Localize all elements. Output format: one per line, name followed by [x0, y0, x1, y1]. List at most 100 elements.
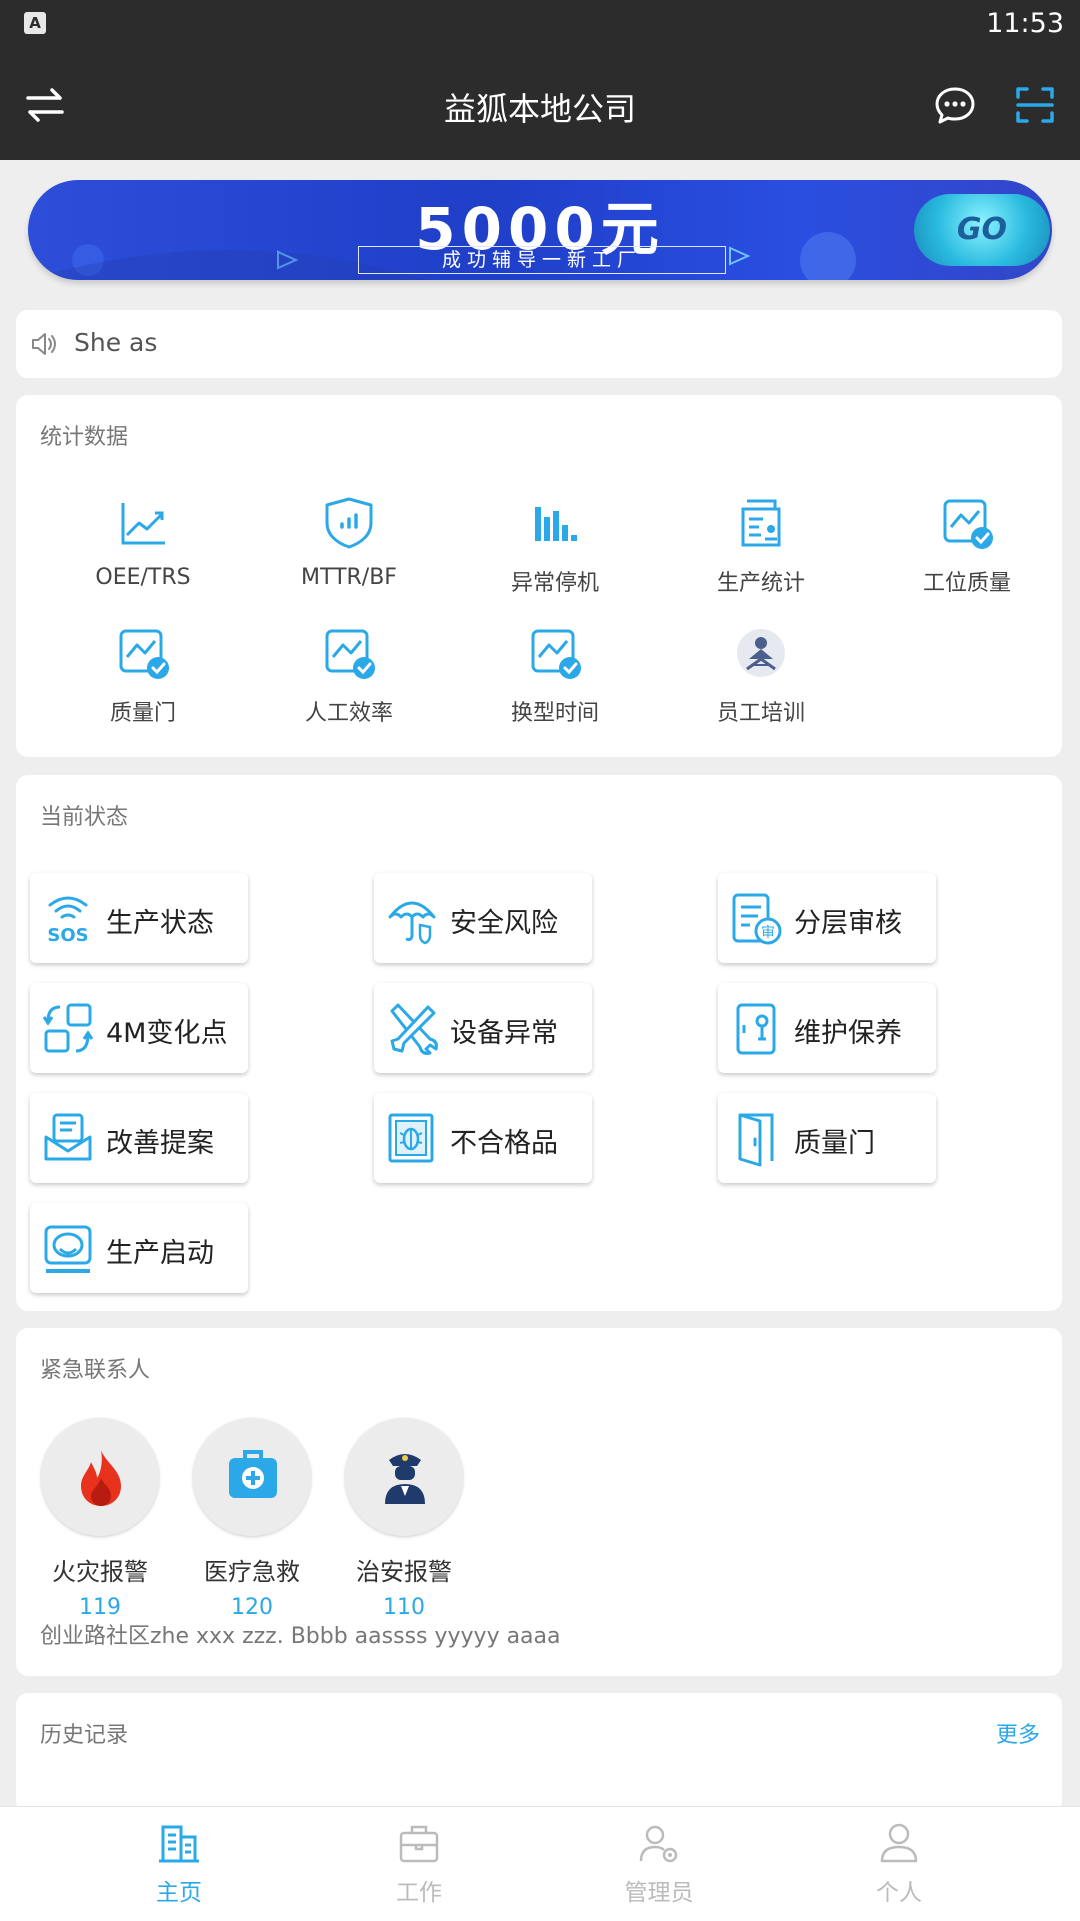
nav-label: 工作 — [396, 1880, 442, 1906]
contact-number[interactable]: 110 — [334, 1595, 474, 1620]
tile-maintenance[interactable]: 维护保养 — [718, 983, 936, 1073]
bottom-nav: 主页 工作 管理员 个人 — [0, 1806, 1080, 1921]
tile-safety-risk[interactable]: 安全风险 — [374, 873, 592, 963]
stat-label: 异常停机 — [510, 571, 599, 596]
report-icon — [741, 499, 781, 547]
section-title: 统计数据 — [40, 425, 129, 450]
stat-label: 员工培训 — [716, 701, 805, 726]
clock: 11:53 — [986, 8, 1064, 39]
sos-icon: SOS — [47, 896, 89, 946]
banner-subtitle: 成功辅导一新工厂 — [358, 246, 726, 274]
stat-item-station-quality[interactable]: 工位质量 — [882, 493, 1052, 597]
contact-police[interactable]: 治安报警 110 — [334, 1418, 474, 1620]
tile-production-status[interactable]: SOS 生产状态 — [30, 873, 248, 963]
stat-item-mttr[interactable]: MTTR/BF — [264, 493, 434, 590]
chat-icon[interactable] — [930, 80, 980, 130]
tile-label: 设备异常 — [450, 1018, 558, 1049]
stat-label: 人工效率 — [304, 701, 393, 726]
contact-name: 治安报警 — [356, 1558, 452, 1586]
stat-item-production[interactable]: 生产统计 — [676, 493, 846, 597]
svg-text:SOS: SOS — [47, 925, 88, 946]
stat-label: 生产统计 — [716, 571, 805, 596]
nav-work[interactable]: 工作 — [344, 1821, 494, 1907]
stat-label: MTTR/BF — [301, 565, 397, 590]
home-building-icon — [159, 1825, 199, 1863]
promo-banner[interactable]: 5000元 成功辅导一新工厂 GO — [28, 180, 1052, 280]
tile-label: 质量门 — [794, 1128, 875, 1159]
address-text: 创业路社区zhe xxx zzz. Bbbb aassss yyyyy aaaa — [40, 1624, 561, 1649]
contact-medical[interactable]: 医疗急救 120 — [182, 1418, 322, 1620]
tile-label: 维护保养 — [794, 1018, 902, 1049]
quality-check-icon — [119, 629, 169, 679]
tile-production-start[interactable]: 生产启动 — [30, 1203, 248, 1293]
briefcase-icon — [399, 1825, 439, 1863]
stat-label: 工位质量 — [922, 571, 1011, 596]
stat-item-oee[interactable]: OEE/TRS — [58, 493, 228, 590]
speaker-icon — [32, 333, 56, 355]
stat-label: OEE/TRS — [95, 565, 191, 590]
go-button[interactable]: GO — [914, 194, 1050, 266]
contact-fire[interactable]: 火灾报警 119 — [30, 1418, 170, 1620]
history-section: 历史记录 更多 — [16, 1693, 1062, 1813]
contact-avatar — [345, 1418, 463, 1536]
page-title: 益狐本地公司 — [443, 90, 636, 128]
contact-number[interactable]: 120 — [182, 1595, 322, 1620]
tile-label: 生产启动 — [106, 1238, 214, 1269]
police-icon — [385, 1454, 425, 1504]
umbrella-shield-icon — [388, 901, 436, 945]
tile-label: 安全风险 — [450, 908, 558, 939]
nav-label: 个人 — [876, 1880, 922, 1906]
defect-icon — [388, 1113, 434, 1163]
notice-text: She as — [74, 328, 158, 357]
nav-personal[interactable]: 个人 — [824, 1821, 974, 1907]
tile-label: 4M变化点 — [106, 1018, 228, 1049]
current-status-section: 当前状态 SOS 生产状态 安全风险 审 分层审核 4M变化点 设备异常 维护保… — [16, 775, 1062, 1311]
person-icon — [880, 1823, 918, 1863]
quality-check-icon — [531, 629, 581, 679]
tile-improvement-proposal[interactable]: 改善提案 — [30, 1093, 248, 1183]
maintenance-icon — [736, 1003, 776, 1055]
fire-icon — [81, 1450, 121, 1506]
door-icon — [738, 1113, 774, 1167]
tile-layered-audit[interactable]: 审 分层审核 — [718, 873, 936, 963]
tile-4m-change[interactable]: 4M变化点 — [30, 983, 248, 1073]
emergency-contacts-section: 紧急联系人 火灾报警 119 医疗急救 120 治安报警 110 创业路社区zh… — [16, 1328, 1062, 1676]
nav-label: 管理员 — [624, 1880, 694, 1906]
trend-chart-icon — [121, 503, 165, 545]
notice-bar[interactable]: She as — [16, 310, 1062, 378]
notification-icon: A — [24, 12, 46, 34]
production-start-icon — [44, 1225, 92, 1273]
stat-label: 质量门 — [109, 701, 176, 726]
stat-item-labor-efficiency[interactable]: 人工效率 — [264, 623, 434, 727]
stat-item-changeover-time[interactable]: 换型时间 — [470, 623, 640, 727]
tile-label: 生产状态 — [106, 908, 214, 939]
contact-avatar — [193, 1418, 311, 1536]
section-title: 紧急联系人 — [40, 1358, 151, 1383]
stat-item-abnormal-stop[interactable]: 异常停机 — [470, 493, 640, 597]
contact-name: 医疗急救 — [204, 1558, 300, 1586]
audit-icon: 审 — [732, 893, 782, 945]
quality-check-icon — [943, 499, 993, 549]
change-point-icon — [42, 1003, 94, 1053]
nav-admin[interactable]: 管理员 — [584, 1821, 734, 1907]
stat-item-training[interactable]: 员工培训 — [676, 623, 846, 727]
svg-text:审: 审 — [761, 925, 775, 941]
stat-label: 换型时间 — [510, 701, 599, 726]
stat-item-quality-gate[interactable]: 质量门 — [58, 623, 228, 727]
bar-chart-icon — [535, 507, 577, 541]
medical-kit-icon — [229, 1450, 277, 1498]
scan-icon[interactable] — [1010, 80, 1060, 130]
tile-label: 不合格品 — [450, 1128, 558, 1159]
tile-quality-gate[interactable]: 质量门 — [718, 1093, 936, 1183]
contact-number[interactable]: 119 — [30, 1595, 170, 1620]
more-link[interactable]: 更多 — [996, 1717, 1040, 1749]
tile-nonconforming[interactable]: 不合格品 — [374, 1093, 592, 1183]
tile-label: 改善提案 — [106, 1128, 214, 1159]
section-title: 当前状态 — [40, 805, 129, 830]
tile-equipment-abnormal[interactable]: 设备异常 — [374, 983, 592, 1073]
quality-check-icon — [325, 629, 375, 679]
tile-label: 分层审核 — [794, 908, 902, 939]
nav-home[interactable]: 主页 — [104, 1821, 254, 1907]
app-bar: 益狐本地公司 — [0, 50, 1080, 160]
contact-avatar — [41, 1418, 159, 1536]
